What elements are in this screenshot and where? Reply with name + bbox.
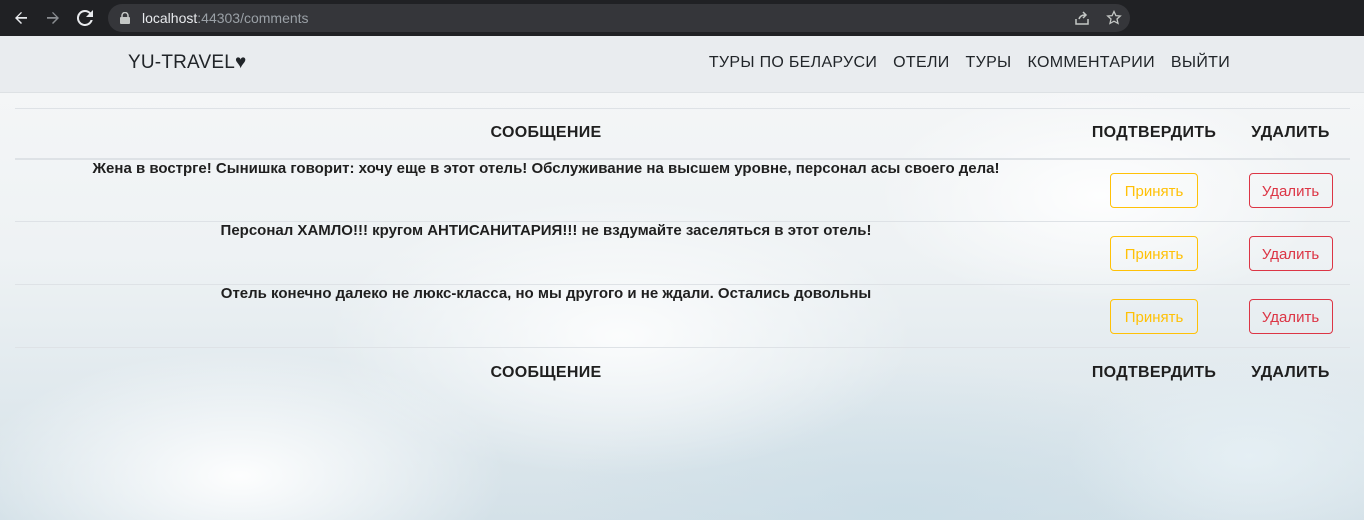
footer-message: СООБЩЕНИЕ bbox=[490, 363, 602, 381]
forward-icon[interactable] bbox=[40, 5, 66, 31]
share-icon[interactable] bbox=[1074, 10, 1090, 26]
address-bar[interactable]: localhost:44303/comments bbox=[108, 4, 1130, 32]
star-icon[interactable] bbox=[1106, 10, 1122, 26]
back-icon[interactable] bbox=[8, 5, 34, 31]
nav-menu: ТУРЫ ПО БЕЛАРУСИ ОТЕЛИ ТУРЫ КОММЕНТАРИИ … bbox=[709, 54, 1230, 72]
comment-message: Жена в вострге! Сынишка говорит: хочу ещ… bbox=[92, 159, 1000, 177]
table-header-row: СООБЩЕНИЕ ПОДТВЕРДИТЬ УДАЛИТЬ bbox=[15, 108, 1350, 159]
delete-button[interactable]: Удалить bbox=[1248, 235, 1333, 271]
delete-button[interactable]: Удалить bbox=[1248, 298, 1333, 334]
nav-logout[interactable]: ВЫЙТИ bbox=[1171, 54, 1230, 72]
header-delete: УДАЛИТЬ bbox=[1251, 124, 1330, 142]
nav-tours[interactable]: ТУРЫ bbox=[966, 54, 1012, 72]
site-navbar: YU-TRAVEL♥ ТУРЫ ПО БЕЛАРУСИ ОТЕЛИ ТУРЫ К… bbox=[0, 36, 1364, 93]
lock-icon[interactable] bbox=[120, 11, 132, 25]
comments-table: СООБЩЕНИЕ ПОДТВЕРДИТЬ УДАЛИТЬ Жена в вос… bbox=[15, 108, 1350, 398]
page-content: YU-TRAVEL♥ ТУРЫ ПО БЕЛАРУСИ ОТЕЛИ ТУРЫ К… bbox=[0, 36, 1364, 520]
table-row: Отель конечно далеко не люкс-класса, но … bbox=[15, 285, 1350, 348]
table-footer-row: СООБЩЕНИЕ ПОДТВЕРДИТЬ УДАЛИТЬ bbox=[15, 348, 1350, 398]
comment-message: Отель конечно далеко не люкс-класса, но … bbox=[220, 285, 872, 302]
footer-delete: УДАЛИТЬ bbox=[1251, 363, 1330, 381]
reload-icon[interactable] bbox=[72, 5, 98, 31]
brand-link[interactable]: YU-TRAVEL♥ bbox=[128, 52, 247, 74]
comment-message: Персонал ХАМЛО!!! кругом АНТИСАНИТАРИЯ!!… bbox=[220, 222, 872, 239]
browser-toolbar: localhost:44303/comments bbox=[0, 0, 1364, 36]
accept-button[interactable]: Принять bbox=[1110, 172, 1198, 208]
table-row: Персонал ХАМЛО!!! кругом АНТИСАНИТАРИЯ!!… bbox=[15, 222, 1350, 285]
table-row: Жена в вострге! Сынишка говорит: хочу ещ… bbox=[15, 159, 1350, 222]
delete-button[interactable]: Удалить bbox=[1248, 172, 1333, 208]
nav-comments[interactable]: КОММЕНТАРИИ bbox=[1028, 54, 1155, 72]
nav-tours-belarus[interactable]: ТУРЫ ПО БЕЛАРУСИ bbox=[709, 54, 877, 72]
accept-button[interactable]: Принять bbox=[1110, 298, 1198, 334]
header-message: СООБЩЕНИЕ bbox=[490, 124, 602, 142]
url-text: localhost:44303/comments bbox=[142, 10, 309, 26]
accept-button[interactable]: Принять bbox=[1110, 235, 1198, 271]
header-confirm: ПОДТВЕРДИТЬ bbox=[1091, 124, 1217, 142]
footer-confirm: ПОДТВЕРДИТЬ bbox=[1091, 363, 1217, 381]
nav-hotels[interactable]: ОТЕЛИ bbox=[893, 54, 949, 72]
